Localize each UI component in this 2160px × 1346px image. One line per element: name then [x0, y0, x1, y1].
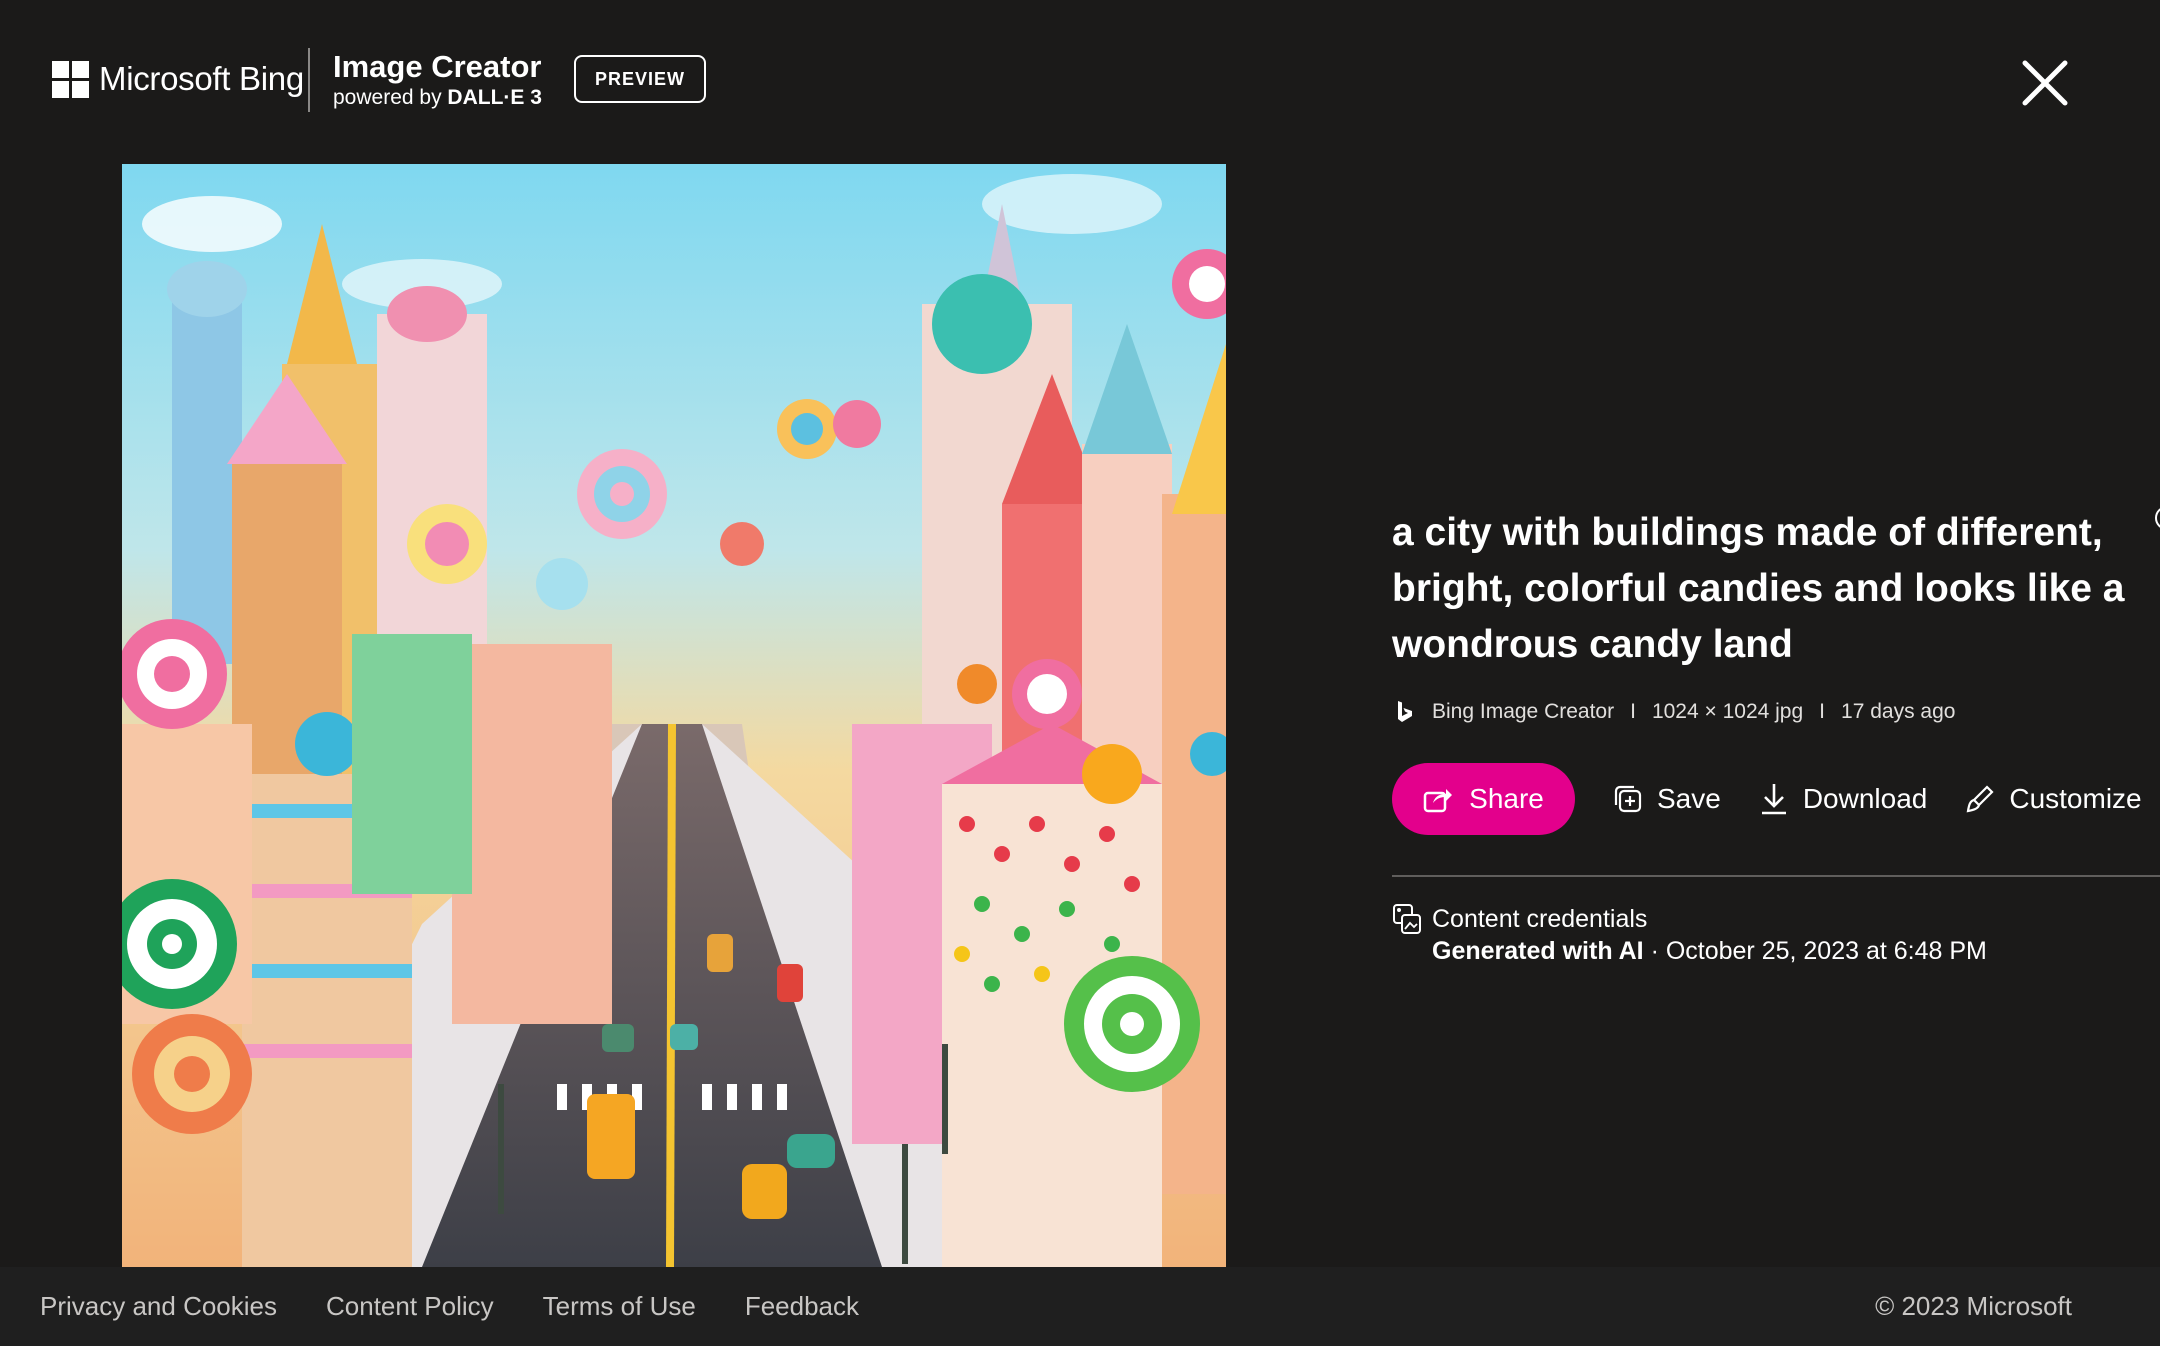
generated-with-ai: Generated with AI	[1432, 937, 1644, 965]
image-details-panel: a city with buildings made of different,…	[1392, 505, 2160, 967]
microsoft-bing-logo[interactable]: Microsoft Bing	[52, 60, 304, 98]
copyright: © 2023 Microsoft	[1875, 1291, 2072, 1321]
meta-separator: I	[1819, 700, 1826, 723]
meta-size: 1024 × 1024 jpg	[1651, 700, 1804, 723]
powered-by-label: powered by	[333, 86, 442, 109]
brand-name: Microsoft Bing	[99, 60, 304, 97]
content-credentials-icon	[1393, 904, 1421, 934]
content-credentials[interactable]: Content credentials Generated with AI · …	[1392, 508, 2160, 967]
image-meta: Bing Image Creator I 1024 × 1024 jpg I 1…	[1392, 699, 2160, 725]
footer-links: Privacy and Cookies Content Policy Terms…	[40, 1291, 908, 1322]
credentials-text: Content credentials Generated with AI · …	[1432, 903, 1987, 967]
bing-logo-icon	[1398, 701, 1412, 722]
privacy-link[interactable]: Privacy and Cookies	[40, 1291, 277, 1322]
share-label: Share	[1469, 783, 1544, 814]
product-title: Image Creator	[333, 49, 542, 84]
footer: Privacy and Cookies Content Policy Terms…	[0, 1267, 2160, 1346]
feedback-link[interactable]: Feedback	[745, 1291, 859, 1322]
download-icon	[1761, 784, 1786, 815]
meta-separator: I	[1630, 700, 1636, 723]
credentials-detail: Generated with AI · October 25, 2023 at …	[1432, 935, 1987, 967]
close-icon	[2022, 60, 2068, 106]
content-policy-link[interactable]: Content Policy	[326, 1291, 494, 1322]
share-button[interactable]: Share	[1392, 763, 1575, 835]
meta-age: 17 days ago	[1841, 700, 1956, 723]
close-button[interactable]	[2022, 60, 2068, 106]
candy-city-image	[122, 164, 1226, 1267]
save-label: Save	[1657, 783, 1721, 814]
header-divider	[308, 48, 310, 112]
customize-button[interactable]: Customize	[1965, 783, 2142, 815]
details-divider	[1392, 875, 2160, 877]
save-button[interactable]: Save	[1613, 783, 1721, 815]
product-title-block[interactable]: Image Creator powered by DALL·E 3	[333, 48, 542, 110]
credentials-date: · October 25, 2023 at 6:48 PM	[1650, 937, 1987, 965]
windows-logo-icon	[52, 60, 89, 98]
terms-link[interactable]: Terms of Use	[543, 1291, 696, 1322]
save-collection-icon	[1614, 785, 1642, 813]
customize-label: Customize	[2009, 783, 2142, 814]
image-actions: Share Save Download Customize	[1392, 763, 2160, 835]
model-name: DALL·E 3	[447, 86, 542, 109]
generated-image[interactable]	[122, 164, 1226, 1267]
header: Microsoft Bing Image Creator powered by …	[0, 0, 2160, 165]
info-icon[interactable]	[2154, 505, 2160, 531]
credentials-label: Content credentials	[1432, 905, 1648, 933]
image-detail-view: Microsoft Bing Image Creator powered by …	[0, 0, 2160, 1346]
preview-badge: PREVIEW	[574, 55, 706, 103]
meta-source: Bing Image Creator	[1432, 700, 1615, 723]
customize-brush-icon	[1967, 785, 1994, 813]
prompt-text: a city with buildings made of different,…	[1392, 511, 2125, 666]
download-button[interactable]: Download	[1759, 782, 1928, 816]
product-subtitle: powered by DALL·E 3	[333, 86, 542, 110]
download-label: Download	[1802, 783, 1928, 814]
share-icon	[1423, 789, 1453, 813]
